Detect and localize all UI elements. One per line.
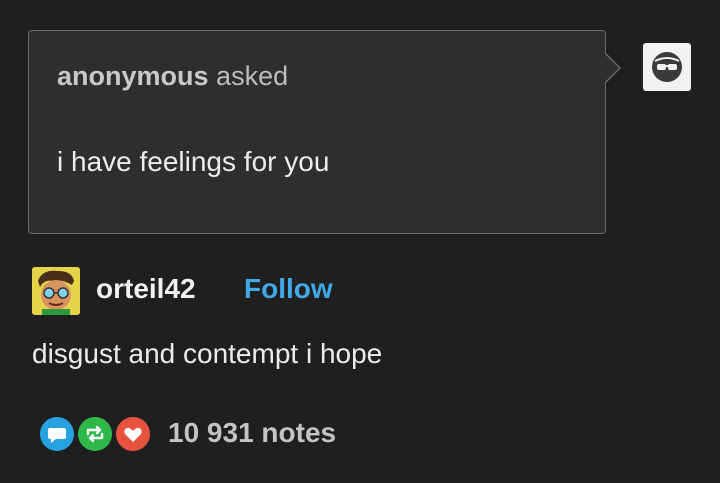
asker-name: anonymous — [57, 61, 209, 91]
answer-text: disgust and contempt i hope — [32, 338, 383, 369]
answerer-username[interactable]: orteil42 — [96, 273, 196, 305]
notes-count[interactable]: 10 931 notes — [168, 417, 336, 449]
question-text: i have feelings for you — [57, 146, 330, 177]
anon-sunglasses-icon[interactable] — [643, 43, 691, 91]
reply-bubble-icon — [38, 415, 76, 453]
post: anonymous asked i have feelings for you … — [0, 0, 720, 483]
follow-button[interactable]: Follow — [244, 273, 333, 305]
heart-icon — [114, 415, 152, 453]
asked-label: asked — [216, 61, 289, 91]
ask-bubble: anonymous asked i have feelings for you — [28, 30, 606, 234]
asker-line: anonymous asked — [57, 61, 288, 92]
reblog-icon — [76, 415, 114, 453]
notes-icons[interactable] — [38, 415, 152, 453]
avatar[interactable] — [32, 267, 80, 315]
ask-bubble-pointer-fill — [604, 53, 619, 83]
